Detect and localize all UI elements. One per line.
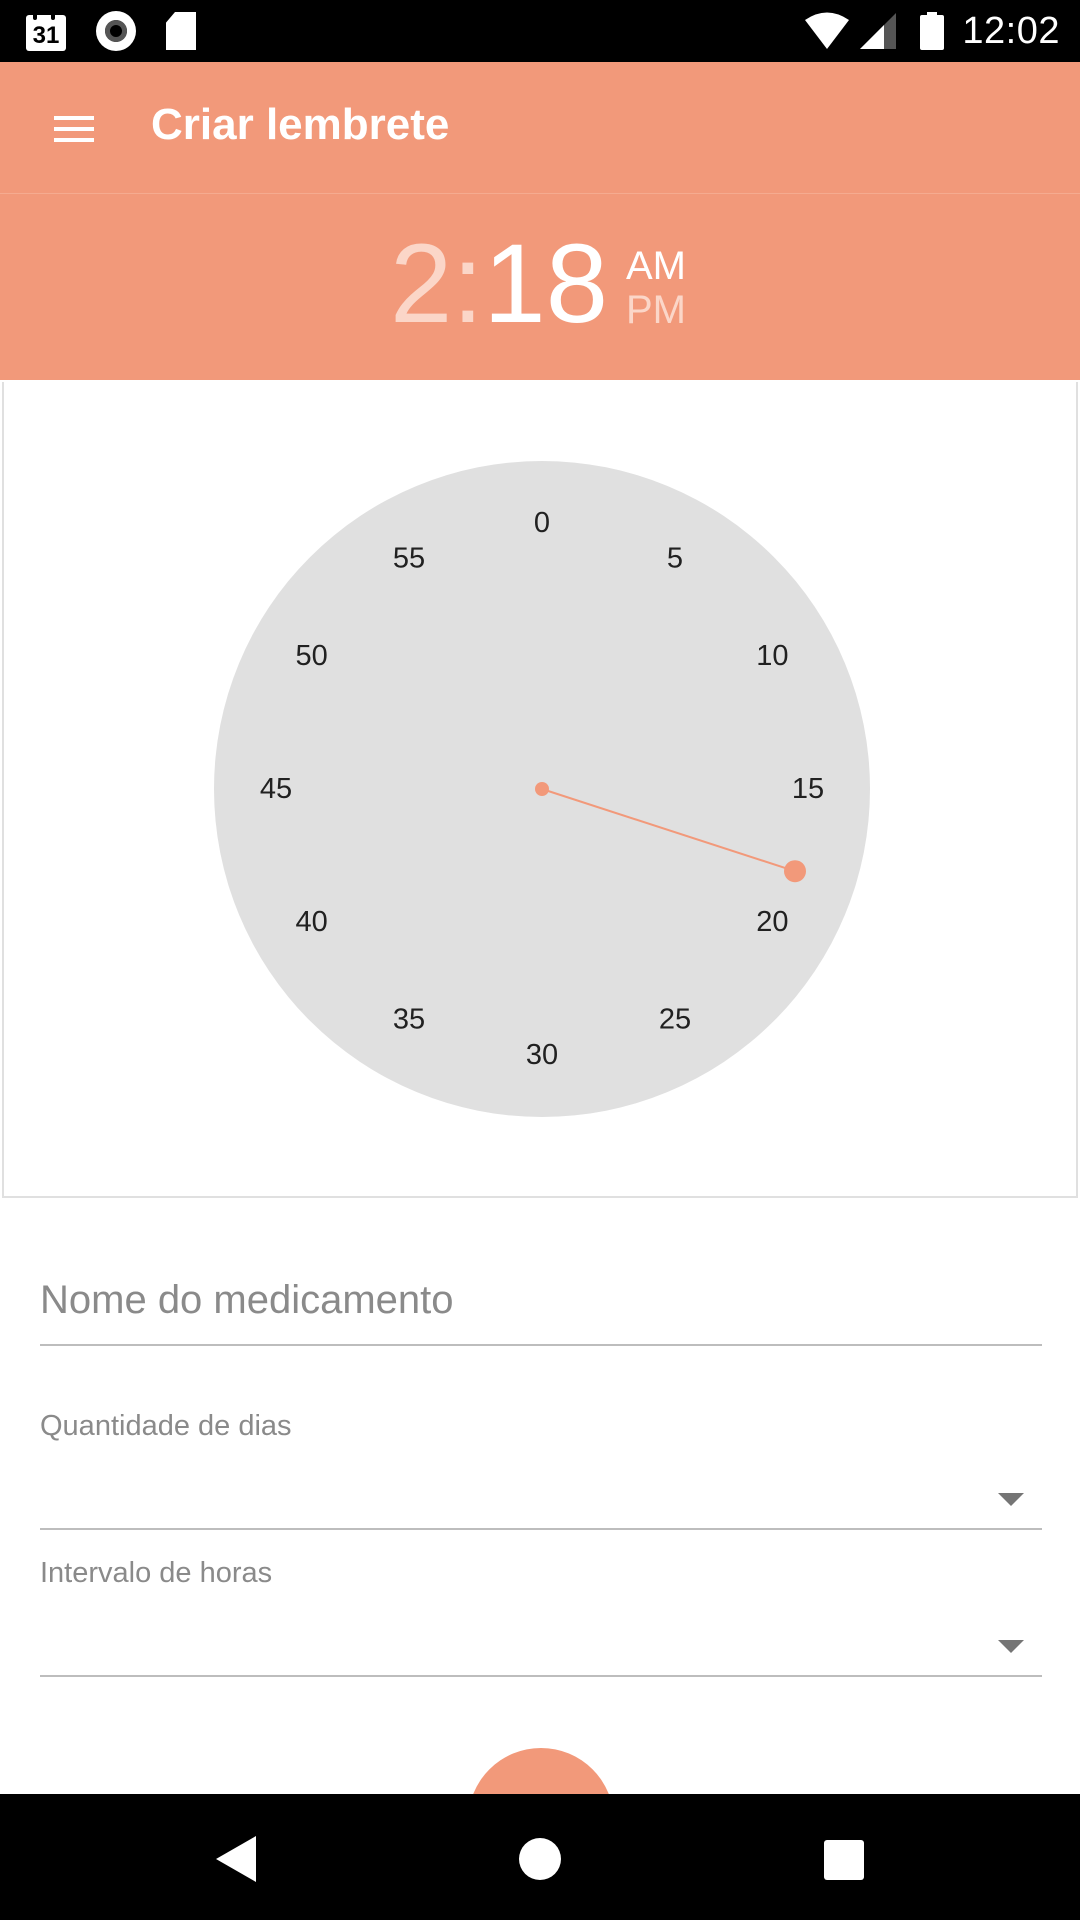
days-label: Quantidade de dias — [40, 1410, 292, 1442]
hours-interval-field: Intervalo de horas — [40, 1557, 1042, 1677]
clock-minute-label[interactable]: 50 — [295, 640, 327, 672]
clock-minute-label[interactable]: 5 — [667, 543, 683, 575]
clock-face[interactable]: 0 5 10 15 20 25 30 35 40 45 50 55 — [4, 382, 1080, 1198]
page-title: Criar lembrete — [151, 100, 450, 149]
cell-signal-icon — [860, 13, 897, 49]
hour-value[interactable]: 2 — [390, 224, 452, 344]
clock-minute-label[interactable]: 15 — [792, 773, 824, 805]
dropdown-caret-icon — [998, 1493, 1024, 1506]
dropdown-caret-icon — [998, 1640, 1024, 1653]
clock-minute-label[interactable]: 35 — [393, 1003, 425, 1035]
menu-icon[interactable] — [54, 114, 94, 144]
battery-icon — [920, 12, 945, 50]
navigation-bar — [0, 1794, 1080, 1920]
am-toggle[interactable]: AM — [626, 244, 686, 288]
clock-minute-label[interactable]: 45 — [260, 773, 292, 805]
hours-interval-select[interactable] — [40, 1597, 1042, 1675]
back-icon[interactable] — [216, 1836, 256, 1882]
minute-value[interactable]: 18 — [483, 224, 608, 344]
status-left: 31 — [26, 10, 196, 52]
days-field: Quantidade de dias — [40, 1410, 1042, 1530]
clock-minute-label[interactable]: 40 — [295, 906, 327, 938]
hours-interval-label: Intervalo de horas — [40, 1557, 273, 1589]
clock-minute-label[interactable]: 25 — [659, 1003, 691, 1035]
calendar-day: 31 — [32, 22, 60, 49]
time-separator: : — [452, 221, 484, 346]
time-header: 2 : 18 AM PM — [0, 194, 1080, 380]
calendar-icon: 31 — [26, 11, 66, 51]
medication-field — [40, 1250, 1042, 1346]
medication-name-input[interactable] — [40, 1270, 1042, 1330]
clock-hand-handle[interactable] — [784, 860, 806, 883]
clock-minute-label[interactable]: 20 — [756, 906, 788, 938]
pm-toggle[interactable]: PM — [626, 288, 686, 332]
status-bar: 31 12:02 — [0, 0, 1080, 62]
clock-minute-label[interactable]: 10 — [756, 640, 788, 672]
status-time: 12:02 — [962, 9, 1060, 52]
clock-minute-label[interactable]: 0 — [534, 507, 550, 539]
time-display: 2 : 18 AM PM — [390, 224, 686, 344]
clock-minute-label[interactable]: 30 — [526, 1039, 558, 1071]
days-select[interactable] — [40, 1450, 1042, 1528]
record-icon — [96, 11, 136, 51]
sd-card-icon — [166, 12, 196, 50]
status-right: 12:02 — [804, 8, 1060, 54]
clock-minute-label[interactable]: 55 — [393, 543, 425, 575]
wifi-icon — [805, 12, 850, 49]
clock-center-dot — [535, 782, 549, 796]
home-icon[interactable] — [519, 1838, 561, 1880]
ampm-selector: AM PM — [626, 244, 686, 332]
recents-icon[interactable] — [824, 1840, 864, 1880]
app-bar: Criar lembrete — [0, 62, 1080, 194]
clock-area: 0 5 10 15 20 25 30 35 40 45 50 55 — [2, 382, 1078, 1198]
